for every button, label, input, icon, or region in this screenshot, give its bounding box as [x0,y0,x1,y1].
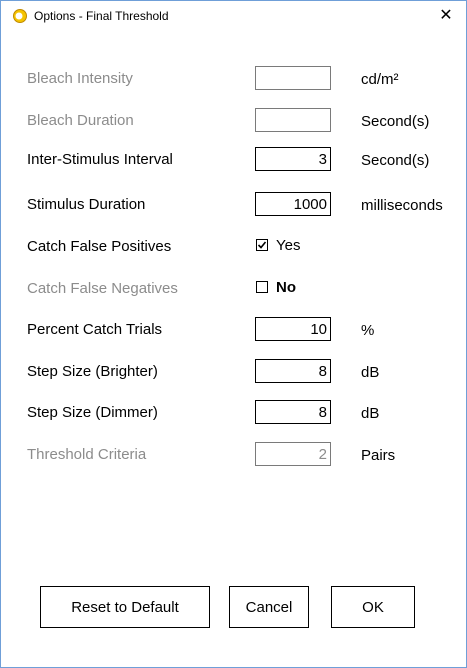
bleach-intensity-unit: cd/m² [361,71,399,88]
step-size-dimmer-input[interactable] [255,400,331,424]
catch-false-negatives-checkbox[interactable] [256,281,268,293]
row-threshold-criteria: Threshold Criteria Pairs [1,442,466,468]
step-size-brighter-input[interactable] [255,359,331,383]
row-percent-catch-trials: Percent Catch Trials % [1,317,466,343]
catch-false-positives-checkbox[interactable] [256,239,268,251]
bleach-duration-label: Bleach Duration [27,112,134,129]
row-catch-false-negatives: Catch False Negatives No [1,276,466,302]
ok-button[interactable]: OK [331,586,415,628]
row-bleach-duration: Bleach Duration Second(s) [1,108,466,134]
catch-false-negatives-option-label: No [276,279,296,296]
close-button[interactable]: ✕ [426,1,466,31]
cancel-button[interactable]: Cancel [229,586,309,628]
catch-false-negatives-label: Catch False Negatives [27,280,178,297]
percent-catch-trials-input[interactable] [255,317,331,341]
window-title: Options - Final Threshold [34,9,169,23]
title-bar: Options - Final Threshold ✕ [1,1,466,31]
threshold-criteria-label: Threshold Criteria [27,446,147,463]
threshold-criteria-unit: Pairs [361,447,396,464]
step-size-brighter-label: Step Size (Brighter) [27,363,158,380]
row-step-size-brighter: Step Size (Brighter) dB [1,359,466,385]
catch-false-positives-option-label: Yes [276,237,301,254]
bleach-duration-input[interactable] [255,108,331,132]
bleach-intensity-input[interactable] [255,66,331,90]
row-inter-stimulus-interval: Inter-Stimulus Interval Second(s) [1,147,466,173]
catch-false-positives-label: Catch False Positives [27,238,172,255]
options-dialog: Options - Final Threshold ✕ Bleach Inten… [0,0,467,668]
stimulus-duration-label: Stimulus Duration [27,196,146,213]
row-bleach-intensity: Bleach Intensity cd/m² [1,66,466,92]
percent-catch-trials-label: Percent Catch Trials [27,321,163,338]
row-catch-false-positives: Catch False Positives Yes [1,234,466,260]
app-sun-icon [12,8,28,24]
row-stimulus-duration: Stimulus Duration milliseconds [1,192,466,218]
inter-stimulus-interval-input[interactable] [255,147,331,171]
stimulus-duration-unit: milliseconds [361,197,443,214]
row-step-size-dimmer: Step Size (Dimmer) dB [1,400,466,426]
bleach-duration-unit: Second(s) [361,113,430,130]
bleach-intensity-label: Bleach Intensity [27,70,133,87]
checkmark-icon [257,241,267,249]
inter-stimulus-interval-label: Inter-Stimulus Interval [27,151,173,168]
step-size-brighter-unit: dB [361,364,380,381]
inter-stimulus-interval-unit: Second(s) [361,152,430,169]
step-size-dimmer-label: Step Size (Dimmer) [27,404,158,421]
reset-to-default-button[interactable]: Reset to Default [40,586,210,628]
step-size-dimmer-unit: dB [361,405,380,422]
threshold-criteria-input[interactable] [255,442,331,466]
stimulus-duration-input[interactable] [255,192,331,216]
percent-catch-trials-unit: % [361,322,375,339]
